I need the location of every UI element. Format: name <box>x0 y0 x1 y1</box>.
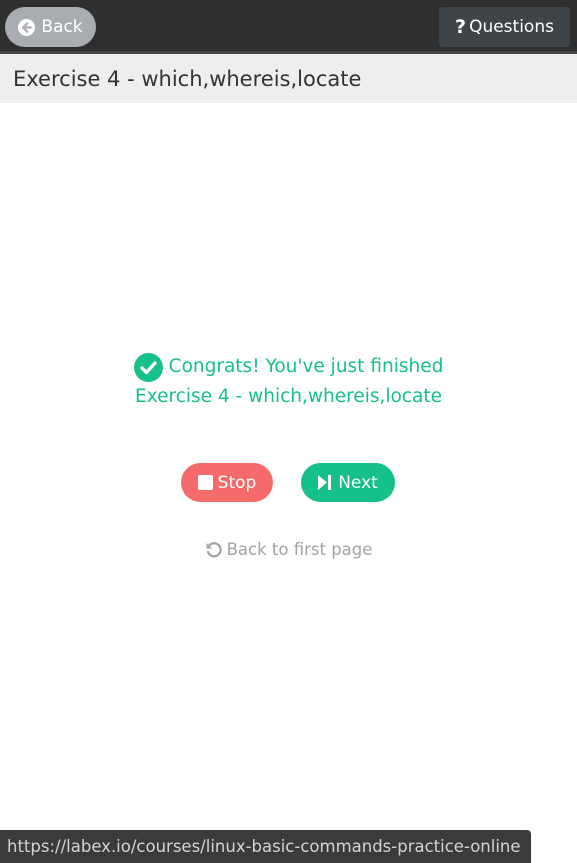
congrats-message: Congrats! You've just finished Exercise … <box>0 352 577 412</box>
back-button[interactable]: Back <box>5 7 96 47</box>
check-circle-icon <box>133 352 163 382</box>
stop-button-label: Stop <box>217 472 257 493</box>
link-status-bar: https://labex.io/courses/linux-basic-com… <box>0 830 531 863</box>
undo-icon <box>205 541 223 559</box>
question-mark-icon: ? <box>455 16 467 38</box>
step-forward-icon <box>318 475 332 490</box>
arrow-circle-left-icon <box>18 18 36 36</box>
back-button-label: Back <box>41 17 83 37</box>
back-to-first-page-link[interactable]: Back to first page <box>0 540 577 559</box>
stop-square-icon <box>197 475 213 490</box>
page-title: Exercise 4 - which,whereis,locate <box>13 66 362 91</box>
stop-button[interactable]: Stop <box>181 463 273 502</box>
congrats-line-1: Congrats! You've just finished <box>0 352 577 382</box>
questions-button-label: Questions <box>469 17 554 37</box>
exercise-title-bar: Exercise 4 - which,whereis,locate <box>0 54 577 103</box>
questions-button[interactable]: ? Questions <box>439 7 570 47</box>
congrats-text: Congrats! You've just finished <box>168 356 444 377</box>
back-to-first-page-label: Back to first page <box>226 540 373 559</box>
next-button-label: Next <box>338 472 378 493</box>
congrats-exercise-name: Exercise 4 - which,whereis,locate <box>135 386 442 407</box>
next-button[interactable]: Next <box>301 463 395 502</box>
top-navbar: Back ? Questions <box>0 0 577 54</box>
